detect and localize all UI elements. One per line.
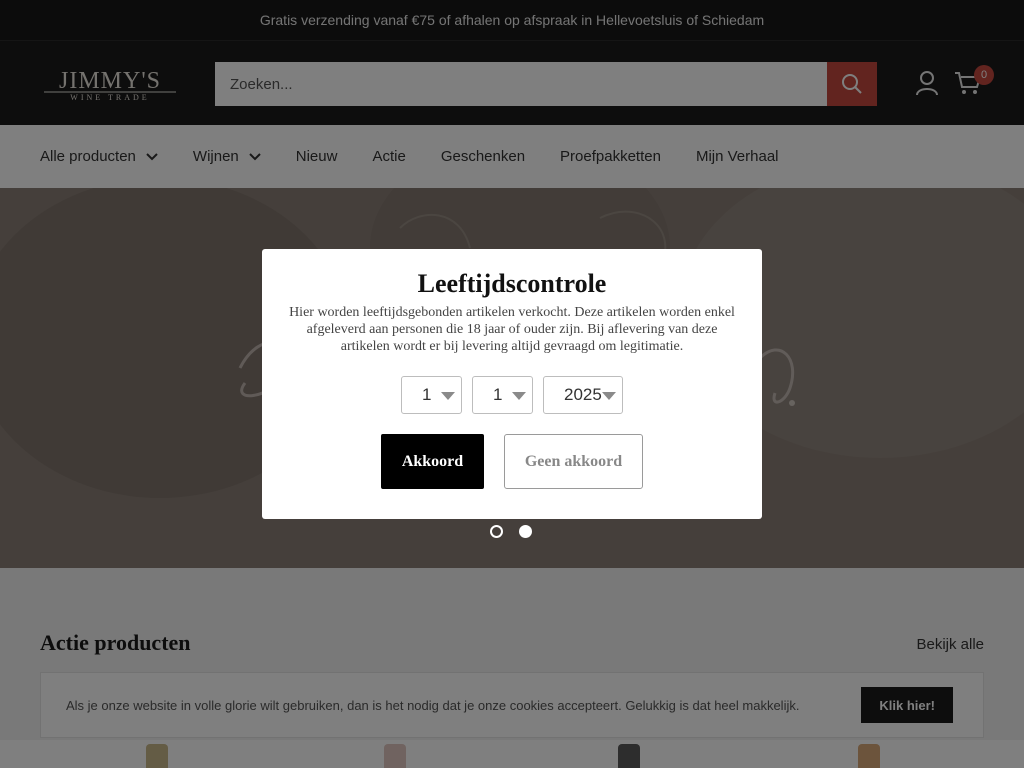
slideshow-dots	[490, 525, 532, 538]
year-value: 2025	[564, 385, 602, 404]
month-select[interactable]: 1	[472, 376, 533, 414]
slide-dot[interactable]	[490, 525, 503, 538]
dropdown-arrow-icon	[512, 392, 526, 400]
dropdown-arrow-icon	[602, 392, 616, 400]
year-select[interactable]: 2025	[543, 376, 623, 414]
accept-button[interactable]: Akkoord	[381, 434, 484, 489]
age-verification-modal: Leeftijdscontrole Hier worden leeftijdsg…	[262, 249, 762, 519]
modal-title: Leeftijdscontrole	[417, 269, 607, 298]
day-select[interactable]: 1	[401, 376, 462, 414]
month-value: 1	[493, 385, 503, 404]
dropdown-arrow-icon	[441, 392, 455, 400]
day-value: 1	[422, 385, 432, 404]
modal-description: Hier worden leeftijdsgebonden artikelen …	[289, 305, 735, 354]
decline-button[interactable]: Geen akkoord	[504, 434, 643, 489]
slide-dot-active[interactable]	[519, 525, 532, 538]
